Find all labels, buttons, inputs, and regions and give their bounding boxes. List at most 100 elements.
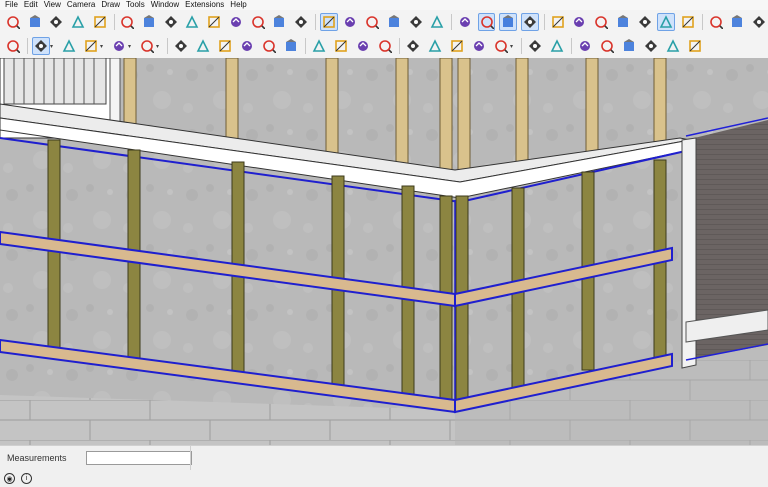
rectangle-button[interactable] <box>138 37 156 55</box>
component-button[interactable] <box>664 37 682 55</box>
chevron-down-icon[interactable]: ▾ <box>128 43 134 50</box>
pen-stroke-button[interactable] <box>598 37 616 55</box>
extension-button[interactable] <box>686 37 704 55</box>
document-icon <box>528 39 542 53</box>
walk-button[interactable] <box>292 13 310 31</box>
paint-bucket-icon <box>49 15 63 29</box>
geo-location-icon[interactable]: ◉ <box>4 473 15 484</box>
iso-view-icon <box>322 15 336 29</box>
move-button[interactable] <box>216 37 234 55</box>
wireframe-button[interactable] <box>592 13 610 31</box>
position-camera-button[interactable] <box>249 13 267 31</box>
toolbar-separator <box>167 38 168 54</box>
menu-camera[interactable]: Camera <box>64 0 98 10</box>
tape-measure-button[interactable] <box>310 37 328 55</box>
main-toolbar <box>0 10 768 35</box>
shaded-textures-button[interactable] <box>657 13 676 31</box>
orbit-button[interactable] <box>119 13 137 31</box>
scale-button[interactable] <box>260 37 278 55</box>
eraser-small-button[interactable] <box>60 37 78 55</box>
pencil-button[interactable] <box>82 37 100 55</box>
pan-icon <box>142 15 156 29</box>
rotate-red-button[interactable] <box>238 37 256 55</box>
menu-view[interactable]: View <box>41 0 64 10</box>
menu-file[interactable]: File <box>0 0 21 10</box>
drape-button[interactable] <box>470 37 488 55</box>
follow-me-red-button[interactable] <box>194 37 212 55</box>
front-view-button[interactable] <box>363 13 381 31</box>
chevron-down-icon[interactable]: ▾ <box>510 43 516 50</box>
paint-tray-button[interactable] <box>642 37 660 55</box>
stamp-button[interactable] <box>448 37 466 55</box>
menu-extensions[interactable]: Extensions <box>182 0 227 10</box>
toolbar-separator <box>113 14 115 30</box>
menu-tools[interactable]: Tools <box>123 0 148 10</box>
select-arrow-button[interactable] <box>32 37 50 55</box>
select-button[interactable] <box>4 13 22 31</box>
iso-view-button[interactable] <box>319 13 338 31</box>
toolbar-separator <box>314 14 316 30</box>
protractor-button[interactable] <box>332 37 350 55</box>
document-button[interactable] <box>526 37 544 55</box>
zoom-small-icon <box>356 39 370 53</box>
two-point-button[interactable] <box>499 13 518 31</box>
perspective-button[interactable] <box>456 13 474 31</box>
chevron-down-icon[interactable]: ▾ <box>50 43 56 50</box>
right-view-icon <box>387 15 401 29</box>
axes-button[interactable] <box>376 37 394 55</box>
pan-button[interactable] <box>140 13 158 31</box>
monochrome-icon <box>681 15 695 29</box>
offset-button[interactable] <box>750 13 768 31</box>
look-around-button[interactable] <box>270 13 288 31</box>
text-button[interactable] <box>69 13 87 31</box>
back-edges-button[interactable] <box>571 13 589 31</box>
toolbar-separator <box>399 38 400 54</box>
left-view-button[interactable] <box>428 13 446 31</box>
search-button[interactable] <box>4 37 22 55</box>
zoom-window-button[interactable] <box>184 13 202 31</box>
menu-draw[interactable]: Draw <box>98 0 123 10</box>
3d-viewport[interactable] <box>0 58 768 445</box>
right-view-button[interactable] <box>385 13 403 31</box>
extension-icon <box>688 39 702 53</box>
back-view-button[interactable] <box>407 13 425 31</box>
hidden-line-button[interactable] <box>614 13 632 31</box>
previous-view-button[interactable] <box>227 13 245 31</box>
parallel-projection-button[interactable] <box>477 13 496 31</box>
zoom-extents-button[interactable] <box>205 13 223 31</box>
menu-window[interactable]: Window <box>148 0 182 10</box>
measurements-input[interactable] <box>86 451 192 465</box>
chevron-down-icon[interactable]: ▾ <box>100 43 106 50</box>
info-icon[interactable]: i <box>21 473 32 484</box>
section-plane-button[interactable] <box>521 13 539 31</box>
shadow-button[interactable] <box>576 37 594 55</box>
top-view-button[interactable] <box>342 13 360 31</box>
menu-edit[interactable]: Edit <box>21 0 41 10</box>
profile-button[interactable] <box>492 37 510 55</box>
measurements-label: Measurements <box>7 453 67 463</box>
dimension-button[interactable] <box>91 13 109 31</box>
chevron-down-icon[interactable]: ▾ <box>156 43 162 50</box>
rotate-button[interactable] <box>707 13 725 31</box>
menu-help[interactable]: Help <box>227 0 249 10</box>
xray-button[interactable] <box>549 13 567 31</box>
zoom-small-button[interactable] <box>354 37 372 55</box>
offset-red-icon <box>284 39 298 53</box>
smoove-icon <box>428 39 442 53</box>
sandbox-button[interactable] <box>404 37 422 55</box>
previous-view-icon <box>229 15 243 29</box>
arc-button[interactable] <box>110 37 128 55</box>
user-button[interactable] <box>548 37 566 55</box>
follow-me-button[interactable] <box>729 13 747 31</box>
two-point-icon <box>501 15 515 29</box>
push-pull-button[interactable] <box>172 37 190 55</box>
layers-button[interactable] <box>620 37 638 55</box>
eraser-button[interactable] <box>26 13 44 31</box>
shaded-button[interactable] <box>636 13 654 31</box>
zoom-button[interactable] <box>162 13 180 31</box>
smoove-button[interactable] <box>426 37 444 55</box>
offset-red-button[interactable] <box>282 37 300 55</box>
perspective-icon <box>458 15 472 29</box>
paint-bucket-button[interactable] <box>47 13 65 31</box>
monochrome-button[interactable] <box>679 13 697 31</box>
